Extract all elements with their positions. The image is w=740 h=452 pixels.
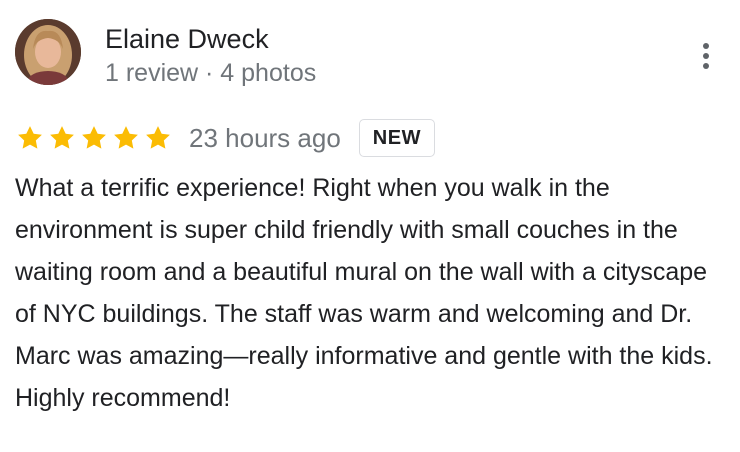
- author-name[interactable]: Elaine Dweck: [105, 22, 269, 56]
- more-options-button[interactable]: [690, 36, 722, 76]
- more-vert-icon: [703, 43, 709, 49]
- star-rating: [15, 123, 173, 153]
- star-icon: [18, 126, 42, 149]
- review-time: 23 hours ago: [189, 123, 341, 153]
- more-vert-icon-dot: [703, 53, 709, 59]
- star-icon: [50, 126, 74, 149]
- review-card: Elaine Dweck 1 review · 4 photos 23 hour…: [0, 0, 740, 452]
- review-text: What a terrific experience! Right when y…: [15, 174, 713, 412]
- author-avatar[interactable]: [15, 19, 81, 85]
- star-icon: [82, 126, 106, 149]
- more-vert-icon-dot: [703, 63, 709, 69]
- avatar-photo-icon: [15, 19, 81, 85]
- rating-row: 23 hours ago NEW: [15, 117, 435, 159]
- new-badge: NEW: [358, 119, 435, 157]
- author-meta: 1 review · 4 photos: [105, 59, 317, 87]
- star-icon: [146, 126, 170, 149]
- star-icon: [114, 126, 138, 149]
